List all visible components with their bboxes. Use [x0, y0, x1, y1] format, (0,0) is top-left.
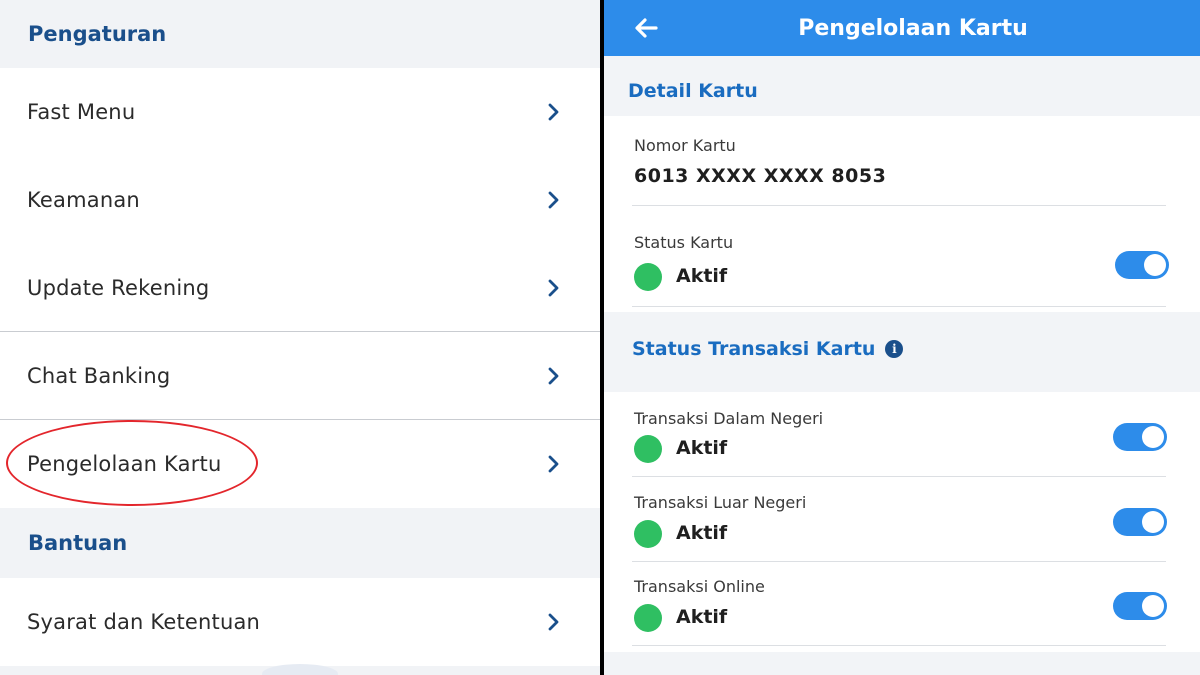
- status-dot: [634, 520, 662, 548]
- status-dot: [634, 263, 662, 291]
- settings-panel: Pengaturan Fast Menu Keamanan Update Rek…: [0, 0, 600, 675]
- divider: [632, 205, 1166, 206]
- menu-item-fast-menu[interactable]: Fast Menu: [0, 68, 600, 156]
- toggle-knob: [1144, 254, 1166, 276]
- status-dot: [634, 435, 662, 463]
- card-management-panel: Pengelolaan Kartu Detail Kartu Nomor Kar…: [604, 0, 1200, 675]
- chevron-right-icon: [542, 277, 564, 299]
- toggle-transaksi-luar-negeri[interactable]: [1113, 508, 1167, 536]
- menu-item-label: Update Rekening: [27, 276, 210, 300]
- transaction-status-block: Transaksi Dalam Negeri Aktif Transaksi L…: [604, 392, 1200, 652]
- section-title-text: Status Transaksi Kartu: [632, 338, 876, 360]
- menu-item-chat-banking[interactable]: Chat Banking: [0, 332, 600, 420]
- section-title-status-transaksi: Status Transaksi Kartu i: [632, 338, 904, 360]
- toggle-transaksi-online[interactable]: [1113, 592, 1167, 620]
- divider: [632, 561, 1166, 562]
- divider: [632, 645, 1166, 646]
- chevron-right-icon: [542, 189, 564, 211]
- arrow-left-icon[interactable]: [632, 14, 660, 42]
- menu-item-label: Syarat dan Ketentuan: [27, 610, 261, 634]
- card-detail-block: Nomor Kartu 6013 XXXX XXXX 8053 Status K…: [604, 116, 1200, 312]
- divider: [632, 306, 1166, 307]
- section-title: Pengaturan: [28, 22, 167, 46]
- toggle-transaksi-dalam-negeri[interactable]: [1113, 423, 1167, 451]
- menu-item-update-rekening[interactable]: Update Rekening: [0, 244, 600, 332]
- menu-item-keamanan[interactable]: Keamanan: [0, 156, 600, 244]
- menu-item-label: Chat Banking: [27, 364, 171, 388]
- transaction-status: Aktif: [676, 606, 728, 628]
- chevron-right-icon: [542, 365, 564, 387]
- chevron-right-icon: [542, 611, 564, 633]
- divider: [632, 476, 1166, 477]
- transaction-status: Aktif: [676, 522, 728, 544]
- section-pengaturan: Pengaturan: [0, 0, 600, 68]
- transaction-status: Aktif: [676, 437, 728, 459]
- section-title: Bantuan: [28, 531, 128, 555]
- menu-item-label: Fast Menu: [27, 100, 136, 124]
- toggle-knob: [1142, 595, 1164, 617]
- chevron-right-icon: [542, 453, 564, 475]
- app-header: Pengelolaan Kartu: [604, 0, 1200, 56]
- chevron-right-icon: [542, 101, 564, 123]
- card-status-label: Status Kartu: [634, 233, 734, 252]
- section-title-detail-kartu: Detail Kartu: [628, 80, 758, 102]
- page-title: Pengelolaan Kartu: [798, 15, 1028, 41]
- card-status-toggle[interactable]: [1115, 251, 1169, 279]
- menu-item-syarat-dan-ketentuan[interactable]: Syarat dan Ketentuan: [0, 578, 600, 666]
- transaction-label: Transaksi Luar Negeri: [634, 493, 807, 512]
- transaction-label: Transaksi Dalam Negeri: [634, 409, 824, 428]
- highlight-circle: [6, 420, 258, 506]
- toggle-knob: [1142, 511, 1164, 533]
- transaction-label: Transaksi Online: [634, 577, 765, 596]
- card-number-value: 6013 XXXX XXXX 8053: [634, 165, 887, 187]
- card-number-label: Nomor Kartu: [634, 136, 736, 155]
- status-dot: [634, 604, 662, 632]
- section-bantuan: Bantuan: [0, 508, 600, 578]
- menu-item-label: Keamanan: [27, 188, 140, 212]
- card-status-value: Aktif: [676, 265, 728, 287]
- info-icon[interactable]: i: [885, 340, 904, 358]
- toggle-knob: [1142, 426, 1164, 448]
